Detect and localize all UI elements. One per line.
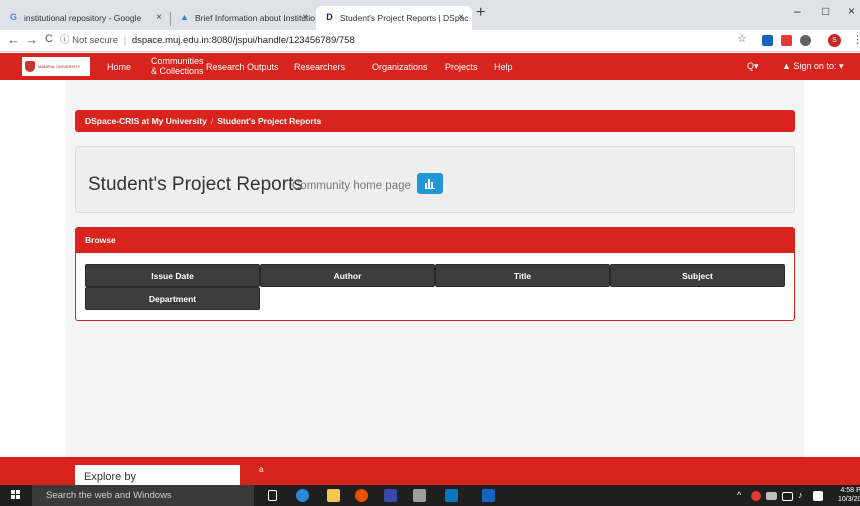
task-view-icon[interactable] xyxy=(268,490,277,501)
file-explorer-icon[interactable] xyxy=(327,489,340,502)
browse-subject-button[interactable]: Subject xyxy=(610,264,785,287)
windows-start-icon[interactable] xyxy=(11,490,21,500)
extension-icon[interactable] xyxy=(781,35,792,46)
extension-icon[interactable] xyxy=(762,35,773,46)
site-favicon-icon: ▲ xyxy=(180,12,189,22)
window-close-button[interactable]: × xyxy=(848,4,855,18)
close-icon[interactable]: × xyxy=(302,6,308,30)
search-icon[interactable]: Q▾ xyxy=(747,61,759,72)
antivirus-icon[interactable] xyxy=(751,491,761,501)
page-title: Student's Project Reports xyxy=(88,174,303,195)
forward-button[interactable]: → xyxy=(25,32,38,47)
nav-home[interactable]: Home xyxy=(107,62,131,72)
browse-department-button[interactable]: Department xyxy=(85,287,260,310)
crest-icon xyxy=(25,61,35,72)
word-icon[interactable] xyxy=(482,489,495,502)
volume-icon[interactable]: ♪ xyxy=(798,490,803,500)
google-icon: G xyxy=(9,12,17,22)
url-field[interactable]: ⓘ Not secure | dspace.muj.edu.in:8080/js… xyxy=(60,32,700,49)
notifications-icon[interactable] xyxy=(813,491,823,501)
tab-google-search[interactable]: G institutional repository - Google × xyxy=(0,6,170,30)
security-indicator[interactable]: ⓘ Not secure xyxy=(60,35,118,46)
statistics-button[interactable] xyxy=(417,173,443,194)
page-subtitle: Community home page xyxy=(292,180,411,192)
tab-label: institutional repository - Google xyxy=(24,13,142,23)
footer-text: a xyxy=(259,465,264,474)
nav-researchers[interactable]: Researchers xyxy=(294,62,345,72)
browse-author-button[interactable]: Author xyxy=(260,264,435,287)
nav-label: & Collections xyxy=(151,66,204,76)
tab-brief-information[interactable]: ▲ Brief Information about Institutio × xyxy=(171,6,316,30)
clock-time: 4:58 PM xyxy=(840,487,860,494)
close-icon[interactable]: × xyxy=(156,6,162,30)
breadcrumb: DSpace-CRIS at My University / Student's P… xyxy=(75,110,795,132)
bookmark-star-icon[interactable]: ☆ xyxy=(737,32,747,45)
breadcrumb-separator: / xyxy=(210,116,214,126)
tab-label: Student's Project Reports | DSpac xyxy=(340,13,469,23)
clock-date: 10/3/2019 xyxy=(838,496,860,503)
nav-label: Communities xyxy=(151,56,204,66)
url-text: dspace.muj.edu.in:8080/jspui/handle/1234… xyxy=(131,35,355,46)
maximize-button[interactable]: □ xyxy=(822,4,829,18)
url-separator: | xyxy=(123,35,127,46)
bar-chart-icon xyxy=(425,179,435,189)
breadcrumb-root-link[interactable]: DSpace-CRIS at My University xyxy=(85,116,207,126)
taskbar-search-input[interactable]: Search the web and Windows xyxy=(32,485,254,506)
sign-on-dropdown[interactable]: ▲ Sign on to: ▾ xyxy=(782,61,843,72)
nav-organizations[interactable]: Organizations xyxy=(372,62,428,72)
network-icon[interactable] xyxy=(782,492,793,501)
profile-avatar[interactable]: S xyxy=(828,34,841,47)
tray-chevron-icon[interactable]: ^ xyxy=(737,490,741,500)
close-icon[interactable]: × xyxy=(458,6,464,30)
extension-icon[interactable] xyxy=(800,35,811,46)
battery-icon[interactable] xyxy=(766,492,777,500)
browse-heading: Browse xyxy=(76,228,794,253)
browse-issue-date-button[interactable]: Issue Date xyxy=(85,264,260,287)
dspace-icon: D xyxy=(326,12,333,22)
explore-by-box: Explore by xyxy=(75,465,240,485)
nav-help[interactable]: Help xyxy=(494,62,513,72)
chrome-icon[interactable] xyxy=(355,489,368,502)
browser-menu-icon[interactable]: ⋮ xyxy=(852,33,860,46)
browse-title-button[interactable]: Title xyxy=(435,264,610,287)
reload-button[interactable]: C xyxy=(45,33,53,45)
nav-research-outputs[interactable]: Research Outputs xyxy=(206,62,279,72)
outlook-icon[interactable] xyxy=(445,489,458,502)
edge-icon[interactable] xyxy=(296,489,309,502)
new-tab-button[interactable]: + xyxy=(476,4,485,22)
stats-app-icon[interactable] xyxy=(384,489,397,502)
mail-app-icon[interactable] xyxy=(413,489,426,502)
university-logo[interactable]: MANIPAL UNIVERSITY JAIPUR xyxy=(22,57,90,88)
breadcrumb-current[interactable]: Student's Project Reports xyxy=(217,116,321,126)
back-button[interactable]: ← xyxy=(7,32,20,47)
nav-communities-collections[interactable]: Communities & Collections xyxy=(151,56,204,76)
minimize-button[interactable]: – xyxy=(794,4,801,18)
tab-label: Brief Information about Institutio xyxy=(195,13,316,23)
tab-dspace-active[interactable]: D Student's Project Reports | DSpac × xyxy=(316,6,472,30)
taskbar-clock[interactable]: 4:58 PM 10/3/2019 xyxy=(838,486,860,504)
nav-projects[interactable]: Projects xyxy=(445,62,478,72)
